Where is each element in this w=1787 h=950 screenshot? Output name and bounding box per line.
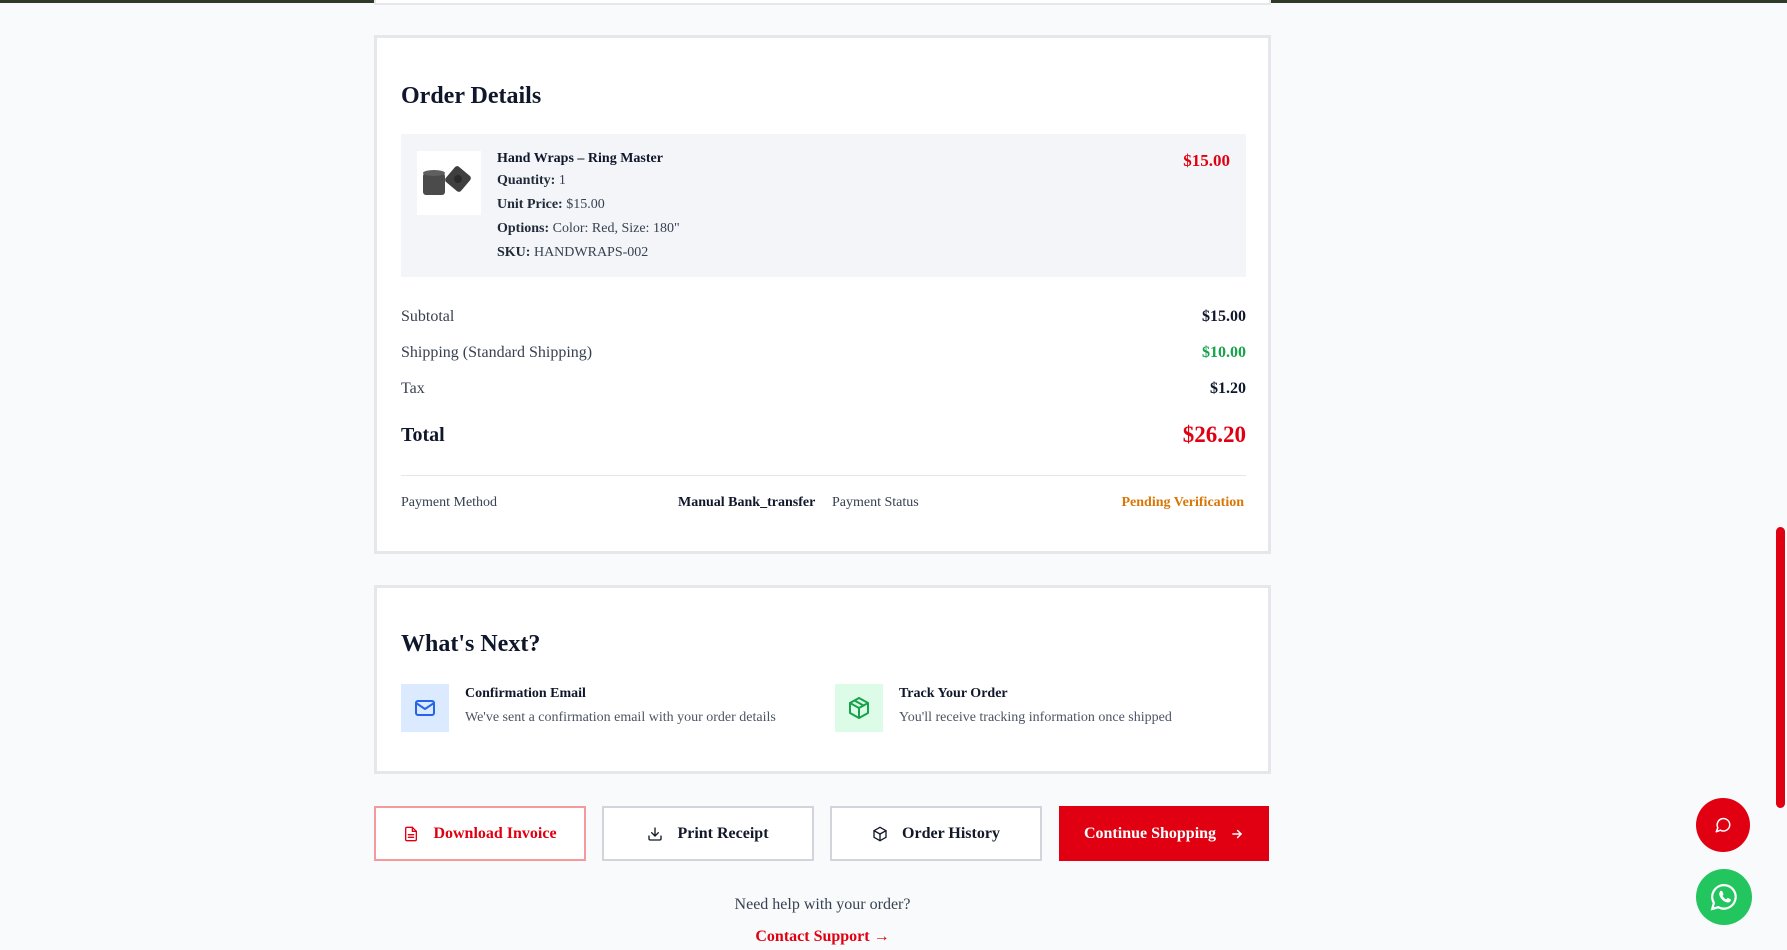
payment-status-label: Payment Status — [832, 495, 919, 510]
arrow-right-icon — [1232, 829, 1242, 838]
item-unit-price: Unit Price: $15.00 — [497, 193, 680, 217]
chat-bubble-icon — [1715, 817, 1731, 833]
continue-shopping-label: Continue Shopping — [1083, 824, 1217, 842]
sku-label: SKU: — [497, 245, 531, 260]
subtotal-row: Subtotal $15.00 — [401, 308, 1246, 326]
total-value: $26.20 — [1182, 422, 1246, 447]
print-receipt-button[interactable]: Print Receipt — [602, 806, 814, 861]
next-item-title: Track Your Order — [899, 686, 1008, 701]
unit-price-label: Unit Price: — [497, 197, 563, 212]
divider — [401, 475, 1246, 476]
item-quantity: Quantity: 1 — [497, 169, 680, 193]
shipping-value: $10.00 — [1202, 344, 1246, 361]
item-info: Hand Wraps – Ring Master Quantity: 1 Uni… — [497, 149, 680, 265]
item-options: Options: Color: Red, Size: 180" — [497, 217, 680, 241]
unit-price-value: $15.00 — [566, 197, 605, 212]
product-image — [417, 151, 481, 215]
order-item: Hand Wraps – Ring Master Quantity: 1 Uni… — [401, 134, 1246, 277]
next-item-title: Confirmation Email — [465, 686, 586, 701]
quantity-value: 1 — [558, 173, 566, 188]
next-item-desc: You'll receive tracking information once… — [899, 710, 1172, 725]
whats-next-title: What's Next? — [401, 631, 541, 657]
sku-value: HANDWRAPS-002 — [533, 245, 649, 260]
order-history-label: Order History — [902, 824, 1000, 842]
download-icon — [648, 826, 663, 841]
item-price: $15.00 — [1183, 151, 1230, 170]
mail-icon — [401, 684, 449, 732]
total-row: Total $26.20 — [401, 422, 1246, 447]
tax-label: Tax — [401, 380, 425, 397]
download-invoice-label: Download Invoice — [433, 824, 557, 842]
contact-support-link[interactable]: Contact Support → — [374, 928, 1271, 946]
continue-shopping-button[interactable]: Continue Shopping — [1059, 806, 1269, 861]
shipping-row: Shipping (Standard Shipping) $10.00 — [401, 344, 1246, 362]
whats-next-card: What's Next? Confirmation Email We've se… — [374, 585, 1271, 774]
payment-status-value: Pending Verification — [1121, 495, 1244, 510]
order-history-button[interactable]: Order History — [830, 806, 1042, 861]
item-name: Hand Wraps – Ring Master — [497, 151, 663, 166]
options-value: Color: Red, Size: 180" — [552, 221, 680, 236]
package-icon — [873, 826, 887, 841]
subtotal-label: Subtotal — [401, 308, 455, 325]
tax-value: $1.20 — [1210, 380, 1246, 397]
total-label: Total — [401, 424, 445, 446]
help-text: Need help with your order? — [734, 896, 911, 913]
payment-method-value: Manual Bank_transfer — [678, 495, 816, 510]
order-details-card: Order Details Hand Wraps – Ring Master Q… — [374, 35, 1271, 554]
download-invoice-button[interactable]: Download Invoice — [374, 806, 586, 861]
file-text-icon — [405, 826, 418, 841]
shipping-label: Shipping (Standard Shipping) — [401, 344, 593, 361]
whatsapp-icon — [1710, 883, 1737, 911]
next-item-desc: We've sent a confirmation email with you… — [465, 710, 776, 725]
scrollbar-thumb[interactable] — [1776, 527, 1785, 808]
tax-row: Tax $1.20 — [401, 380, 1246, 398]
payment-method-label: Payment Method — [401, 495, 498, 510]
previous-card-edge — [374, 0, 1271, 5]
whatsapp-button[interactable] — [1696, 869, 1752, 925]
package-icon — [835, 684, 883, 732]
subtotal-value: $15.00 — [1202, 308, 1246, 325]
order-details-title: Order Details — [401, 83, 542, 109]
options-label: Options: — [497, 221, 550, 236]
print-receipt-label: Print Receipt — [677, 824, 769, 842]
chat-button[interactable] — [1696, 798, 1750, 852]
quantity-label: Quantity: — [497, 173, 556, 188]
item-sku: SKU: HANDWRAPS-002 — [497, 241, 680, 265]
